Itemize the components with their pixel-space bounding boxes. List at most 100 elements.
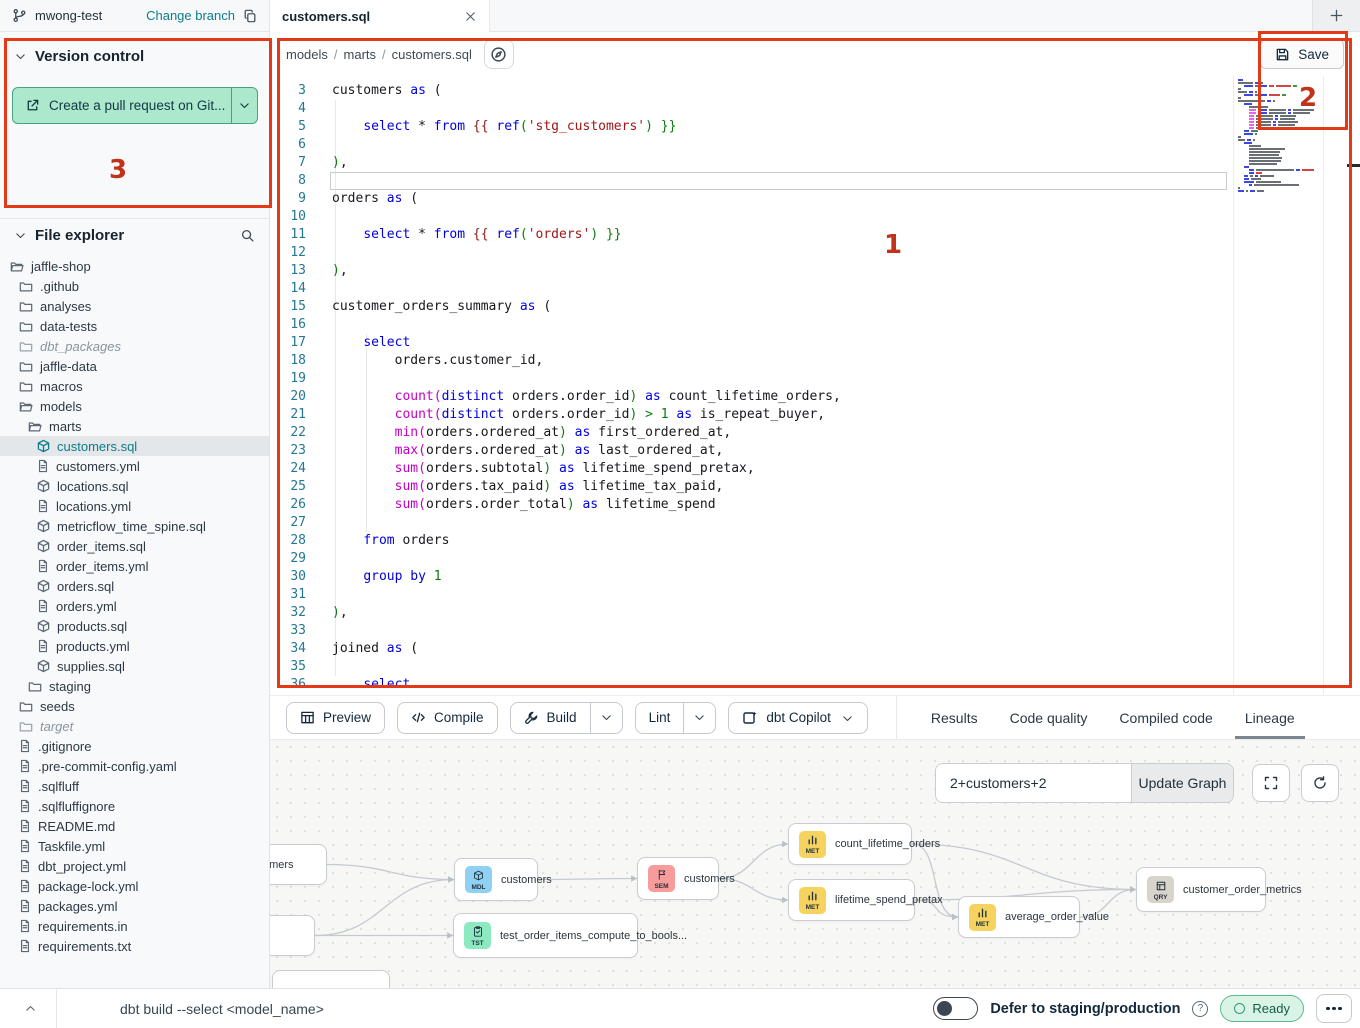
tree-item-analyses[interactable]: analyses — [0, 296, 269, 316]
tree-item-customers.sql[interactable]: customers.sql — [0, 436, 269, 456]
tree-item-jaffle-data[interactable]: jaffle-data — [0, 356, 269, 376]
lint-dropdown[interactable] — [683, 703, 715, 733]
tree-item-locations.yml[interactable]: locations.yml — [0, 496, 269, 516]
top-bar: mwong-test Change branch customers.sql — [0, 0, 1360, 32]
change-branch-link[interactable]: Change branch — [146, 8, 235, 23]
tree-item-.sqlfluff[interactable]: .sqlfluff — [0, 776, 269, 796]
code-line-12: 12 — [270, 244, 1360, 262]
lineage-node-stg_customers[interactable]: MDLstg_customers — [270, 844, 327, 885]
more-options-button[interactable] — [1316, 994, 1352, 1023]
defer-toggle[interactable] — [933, 997, 978, 1020]
tree-item-orders.sql[interactable]: orders.sql — [0, 576, 269, 596]
code-line-16: 16 — [270, 316, 1360, 334]
build-button[interactable]: Build — [510, 702, 623, 734]
folder-icon — [19, 340, 33, 353]
file-tree: jaffle-shop.githubanalysesdata-testsdbt_… — [0, 256, 269, 988]
update-graph-button[interactable]: Update Graph — [1131, 764, 1233, 802]
tree-item-data-tests[interactable]: data-tests — [0, 316, 269, 336]
tree-item-products.yml[interactable]: products.yml — [0, 636, 269, 656]
tree-item-jaffle-shop[interactable]: jaffle-shop — [0, 256, 269, 276]
file-icon — [37, 499, 49, 513]
lineage-selector-input[interactable] — [936, 764, 1131, 802]
tab-code-quality[interactable]: Code quality — [1010, 696, 1088, 739]
tree-item-seeds[interactable]: seeds — [0, 696, 269, 716]
code-line-19: 19 — [270, 370, 1360, 388]
lineage-node-average_order_value[interactable]: METaverage_order_value — [958, 896, 1080, 938]
tab-compiled-code[interactable]: Compiled code — [1119, 696, 1212, 739]
create-pull-request-button[interactable]: Create a pull request on Git... — [12, 87, 258, 124]
tree-item-order_items.yml[interactable]: order_items.yml — [0, 556, 269, 576]
help-icon[interactable]: ? — [1192, 1001, 1208, 1017]
table-icon — [300, 710, 315, 726]
tree-item-supplies.sql[interactable]: supplies.sql — [0, 656, 269, 676]
folder-icon — [19, 360, 33, 373]
folder-icon — [19, 280, 33, 293]
lineage-node-customer_order_metrics[interactable]: QRYcustomer_order_metrics — [1136, 867, 1266, 912]
tree-item-requirements.txt[interactable]: requirements.txt — [0, 936, 269, 956]
resize-handle[interactable] — [1347, 164, 1360, 167]
minimap[interactable] — [1233, 76, 1324, 695]
tree-item-metricflow_time_spine.sql[interactable]: metricflow_time_spine.sql — [0, 516, 269, 536]
status-badge[interactable]: Ready — [1220, 995, 1304, 1022]
tree-item-staging[interactable]: staging — [0, 676, 269, 696]
tree-item-order_items.sql[interactable]: order_items.sql — [0, 536, 269, 556]
lineage-node-customers[interactable]: MDLcustomers — [454, 858, 538, 901]
tree-item-Taskfile.yml[interactable]: Taskfile.yml — [0, 836, 269, 856]
code-editor[interactable]: 2with3customers as (45 select * from {{ … — [270, 76, 1360, 695]
lint-button[interactable]: Lint — [635, 702, 717, 734]
close-icon[interactable] — [464, 10, 477, 23]
save-button[interactable]: Save — [1260, 39, 1344, 69]
build-dropdown[interactable] — [590, 703, 622, 733]
preview-button[interactable]: Preview — [286, 702, 385, 734]
breadcrumb-file[interactable]: customers.sql — [392, 47, 472, 62]
tree-item-dbt_packages[interactable]: dbt_packages — [0, 336, 269, 356]
file-icon — [19, 799, 31, 813]
lineage-controls: Update Graph — [935, 763, 1339, 803]
tree-item-packages.yml[interactable]: packages.yml — [0, 896, 269, 916]
tree-item-.sqlfluffignore[interactable]: .sqlfluffignore — [0, 796, 269, 816]
model-cube-icon — [37, 619, 50, 633]
folder-icon — [19, 720, 33, 733]
folder-icon — [28, 420, 42, 433]
tree-item-orders.yml[interactable]: orders.yml — [0, 596, 269, 616]
tree-item-requirements.in[interactable]: requirements.in — [0, 916, 269, 936]
tree-item-models[interactable]: models — [0, 396, 269, 416]
tree-item-target[interactable]: target — [0, 716, 269, 736]
tree-item-locations.sql[interactable]: locations.sql — [0, 476, 269, 496]
compass-button[interactable] — [484, 39, 514, 69]
code-line-27: 27 — [270, 514, 1360, 532]
lineage-node-orders[interactable]: MDLorders — [270, 915, 315, 956]
lineage-node-test_order_items_compute_to_bools...[interactable]: TSTtest_order_items_compute_to_bools... — [453, 913, 638, 958]
search-icon[interactable] — [240, 227, 255, 244]
tree-item-README.md[interactable]: README.md — [0, 816, 269, 836]
lineage-node-lifetime_spend_pretax[interactable]: METlifetime_spend_pretax — [788, 879, 915, 921]
tab-lineage[interactable]: Lineage — [1245, 696, 1295, 739]
sem-badge: SEM — [648, 865, 675, 892]
dbt-copilot-button[interactable]: dbt Copilot — [728, 702, 868, 734]
status-bar: dbt build --select <model_name> Defer to… — [0, 988, 1360, 1028]
chevron-up-icon[interactable] — [24, 1002, 37, 1015]
breadcrumb-marts[interactable]: marts — [344, 47, 377, 62]
tree-item-package-lock.yml[interactable]: package-lock.yml — [0, 876, 269, 896]
lineage-node-customers[interactable]: SEMcustomers — [637, 857, 719, 900]
tree-item-marts[interactable]: marts — [0, 416, 269, 436]
pr-button-dropdown[interactable] — [231, 88, 257, 123]
lineage-node-count_lifetime_orders[interactable]: METcount_lifetime_orders — [788, 823, 912, 865]
tab-results[interactable]: Results — [931, 696, 978, 739]
version-control-header[interactable]: Version control — [0, 47, 269, 65]
tree-item-products.sql[interactable]: products.sql — [0, 616, 269, 636]
tree-item-.github[interactable]: .github — [0, 276, 269, 296]
tree-item-dbt_project.yml[interactable]: dbt_project.yml — [0, 856, 269, 876]
tree-item-.pre-commit-config.yaml[interactable]: .pre-commit-config.yaml — [0, 756, 269, 776]
tab-customers-sql[interactable]: customers.sql — [270, 0, 490, 33]
tree-item-macros[interactable]: macros — [0, 376, 269, 396]
breadcrumb-models[interactable]: models — [286, 47, 328, 62]
tree-item-customers.yml[interactable]: customers.yml — [0, 456, 269, 476]
new-tab-button[interactable] — [1312, 0, 1360, 31]
refresh-button[interactable] — [1301, 764, 1339, 802]
lineage-node-hidden[interactable] — [272, 970, 390, 988]
compile-button[interactable]: Compile — [397, 702, 498, 734]
tree-item-.gitignore[interactable]: .gitignore — [0, 736, 269, 756]
copy-branch-icon[interactable] — [243, 9, 257, 23]
fullscreen-button[interactable] — [1252, 764, 1290, 802]
